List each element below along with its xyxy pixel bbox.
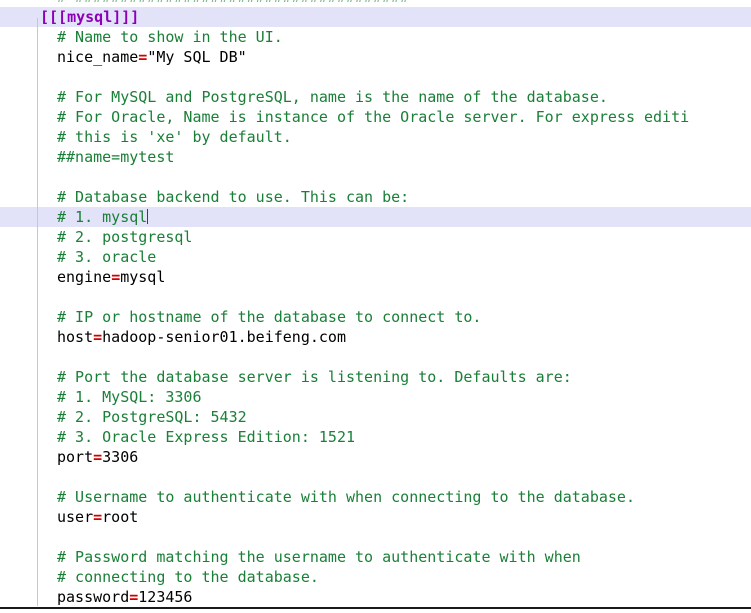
code-line[interactable]: user=root	[0, 507, 751, 527]
config-value: 3306	[102, 448, 139, 466]
code-line-content: # connecting to the database.	[0, 567, 319, 587]
code-line-content: # 3. oracle	[0, 247, 156, 267]
config-value: "My SQL DB"	[147, 48, 247, 66]
code-line-content: [[[mysql]]]	[0, 7, 139, 27]
code-line[interactable]: engine=mysql	[0, 267, 751, 287]
code-line[interactable]: # 3. oracle	[0, 247, 751, 267]
code-line[interactable]: # 1. MySQL: 3306	[0, 387, 751, 407]
config-value: hadoop-senior01.beifeng.com	[102, 328, 346, 346]
config-comment: # For MySQL and PostgreSQL, name is the …	[57, 88, 608, 106]
code-line-content: # IP or hostname of the database to conn…	[0, 307, 481, 327]
config-comment: # 1. mysql	[57, 208, 148, 226]
config-equals-sign: =	[129, 588, 139, 606]
code-text-area[interactable]: # #####################################[…	[0, 0, 751, 607]
config-comment: # this is 'xe' by default.	[57, 128, 292, 146]
code-line[interactable]: # Port the database server is listening …	[0, 367, 751, 387]
code-editor-pane[interactable]: # #####################################[…	[0, 0, 751, 613]
code-line[interactable]: # this is 'xe' by default.	[0, 127, 751, 147]
code-line[interactable]: password=123456	[0, 587, 751, 607]
config-comment: # connecting to the database.	[57, 568, 319, 586]
code-line[interactable]: # For MySQL and PostgreSQL, name is the …	[0, 87, 751, 107]
code-line[interactable]: nice_name="My SQL DB"	[0, 47, 751, 67]
config-equals-sign: =	[93, 448, 103, 466]
config-value: root	[102, 508, 139, 526]
code-line[interactable]: # IP or hostname of the database to conn…	[0, 307, 751, 327]
code-line-content: # Name to show in the UI.	[0, 27, 283, 47]
config-value: mysql	[120, 268, 166, 286]
config-comment: # 2. postgresql	[57, 228, 193, 246]
code-line[interactable]: # 1. mysql	[0, 207, 751, 227]
config-equals-sign: =	[111, 268, 121, 286]
code-line-text: # #####################################	[0, 0, 409, 7]
code-line-content: # Port the database server is listening …	[0, 367, 572, 387]
code-line-content: # Database backend to use. This can be:	[0, 187, 409, 207]
code-line[interactable]	[0, 527, 751, 547]
code-line[interactable]: # 3. Oracle Express Edition: 1521	[0, 427, 751, 447]
code-line-content: # 1. mysql	[0, 207, 149, 227]
editor-bottom-border	[0, 607, 751, 609]
config-comment: # Port the database server is listening …	[57, 368, 572, 386]
code-line-content: host=hadoop-senior01.beifeng.com	[0, 327, 346, 347]
code-line-content: port=3306	[0, 447, 138, 467]
code-line-content: # 2. postgresql	[0, 227, 192, 247]
config-comment: # 3. oracle	[57, 248, 157, 266]
code-line[interactable]: port=3306	[0, 447, 751, 467]
config-comment: # 2. PostgreSQL: 5432	[57, 408, 247, 426]
code-line[interactable]: [[[mysql]]]	[0, 7, 751, 27]
code-line[interactable]: # Username to authenticate with when con…	[0, 487, 751, 507]
text-cursor-caret	[147, 209, 149, 224]
config-section-header: [[[mysql]]]	[40, 8, 140, 26]
code-line[interactable]: # 2. postgresql	[0, 227, 751, 247]
config-key: user	[57, 508, 94, 526]
config-comment: # 1. MySQL: 3306	[57, 388, 202, 406]
config-key: port	[57, 448, 94, 466]
code-line[interactable]	[0, 167, 751, 187]
config-value: 123456	[138, 588, 193, 606]
code-line[interactable]: # Password matching the username to auth…	[0, 547, 751, 567]
config-equals-sign: =	[138, 48, 148, 66]
config-key: engine	[57, 268, 112, 286]
config-comment: ##name=mytest	[57, 148, 175, 166]
indent-guide-line	[37, 18, 38, 606]
code-line[interactable]: # 2. PostgreSQL: 5432	[0, 407, 751, 427]
code-line-content: # For MySQL and PostgreSQL, name is the …	[0, 87, 608, 107]
code-line[interactable]: # Name to show in the UI.	[0, 27, 751, 47]
code-line-content: # 1. MySQL: 3306	[0, 387, 202, 407]
code-line[interactable]: # For Oracle, Name is instance of the Or…	[0, 107, 751, 127]
code-line[interactable]	[0, 287, 751, 307]
config-comment: # Username to authenticate with when con…	[57, 488, 635, 506]
config-key: host	[57, 328, 94, 346]
config-comment: # Password matching the username to auth…	[57, 548, 581, 566]
code-line-content: # Username to authenticate with when con…	[0, 487, 635, 507]
config-comment: # For Oracle, Name is instance of the Or…	[57, 108, 690, 126]
config-equals-sign: =	[93, 328, 103, 346]
code-line-content: # For Oracle, Name is instance of the Or…	[0, 107, 689, 127]
code-line[interactable]: # Database backend to use. This can be:	[0, 187, 751, 207]
code-line-content: engine=mysql	[0, 267, 165, 287]
code-line[interactable]: ##name=mytest	[0, 147, 751, 167]
code-line-clipped-top[interactable]: # #####################################	[0, 0, 751, 7]
code-line[interactable]	[0, 67, 751, 87]
code-line-content: password=123456	[0, 587, 192, 607]
code-line-content: ##name=mytest	[0, 147, 174, 167]
editor-below-strip	[0, 609, 751, 613]
code-line-content: # this is 'xe' by default.	[0, 127, 292, 147]
code-line-content: user=root	[0, 507, 138, 527]
config-equals-sign: =	[93, 508, 103, 526]
code-line[interactable]: # connecting to the database.	[0, 567, 751, 587]
config-comment: # 3. Oracle Express Edition: 1521	[57, 428, 356, 446]
code-line-content: # 3. Oracle Express Edition: 1521	[0, 427, 355, 447]
config-comment: # Name to show in the UI.	[57, 28, 283, 46]
code-line[interactable]	[0, 347, 751, 367]
code-line[interactable]	[0, 467, 751, 487]
code-line[interactable]: host=hadoop-senior01.beifeng.com	[0, 327, 751, 347]
code-line-content: # Password matching the username to auth…	[0, 547, 581, 567]
config-comment: # Database backend to use. This can be:	[57, 188, 410, 206]
config-key: password	[57, 588, 130, 606]
config-comment: # IP or hostname of the database to conn…	[57, 308, 482, 326]
config-key: nice_name	[57, 48, 139, 66]
